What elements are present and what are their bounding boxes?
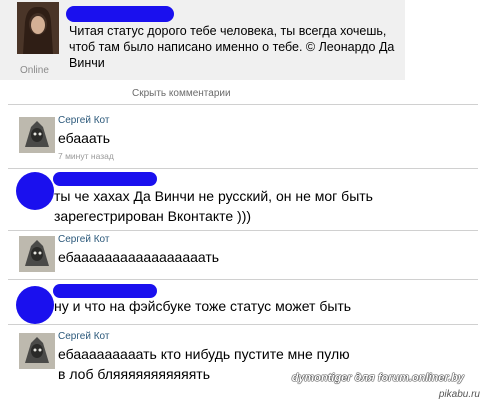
online-status: Online (20, 65, 49, 76)
comment-text: ну и что на фэйсбуке тоже статус может б… (54, 298, 352, 314)
comment-author[interactable]: Сергей Кот (58, 115, 109, 126)
status-text: Читая статус дорого тебе человека, ты вс… (69, 24, 395, 70)
comment-avatar[interactable] (19, 333, 55, 369)
comment-author[interactable]: Сергей Кот (58, 331, 109, 342)
comment-text: ебааать (58, 130, 111, 146)
site-mark: pikabu.ru (438, 389, 480, 400)
censored-author-name (66, 6, 174, 22)
censored-author-name (53, 172, 157, 186)
comment-time[interactable]: 7 минут назад (58, 151, 114, 161)
divider (8, 230, 478, 231)
divider (8, 279, 478, 280)
censored-avatar (16, 172, 54, 210)
comment-avatar[interactable] (19, 236, 55, 272)
comment-avatar[interactable] (19, 117, 55, 153)
comment-author[interactable]: Сергей Кот (58, 234, 109, 245)
status-author-avatar[interactable] (17, 2, 59, 54)
divider (8, 168, 478, 169)
divider (8, 324, 478, 325)
watermark: dymontiger для forum.onliner.by (291, 372, 464, 384)
comment-text: ты че хахах Да Винчи не русский, он не м… (54, 188, 373, 224)
hide-comments-link[interactable]: Скрыть комментарии (132, 88, 231, 99)
comment-text: ебааааааааааааааааать (58, 249, 220, 265)
divider (8, 104, 478, 105)
censored-avatar (16, 286, 54, 324)
